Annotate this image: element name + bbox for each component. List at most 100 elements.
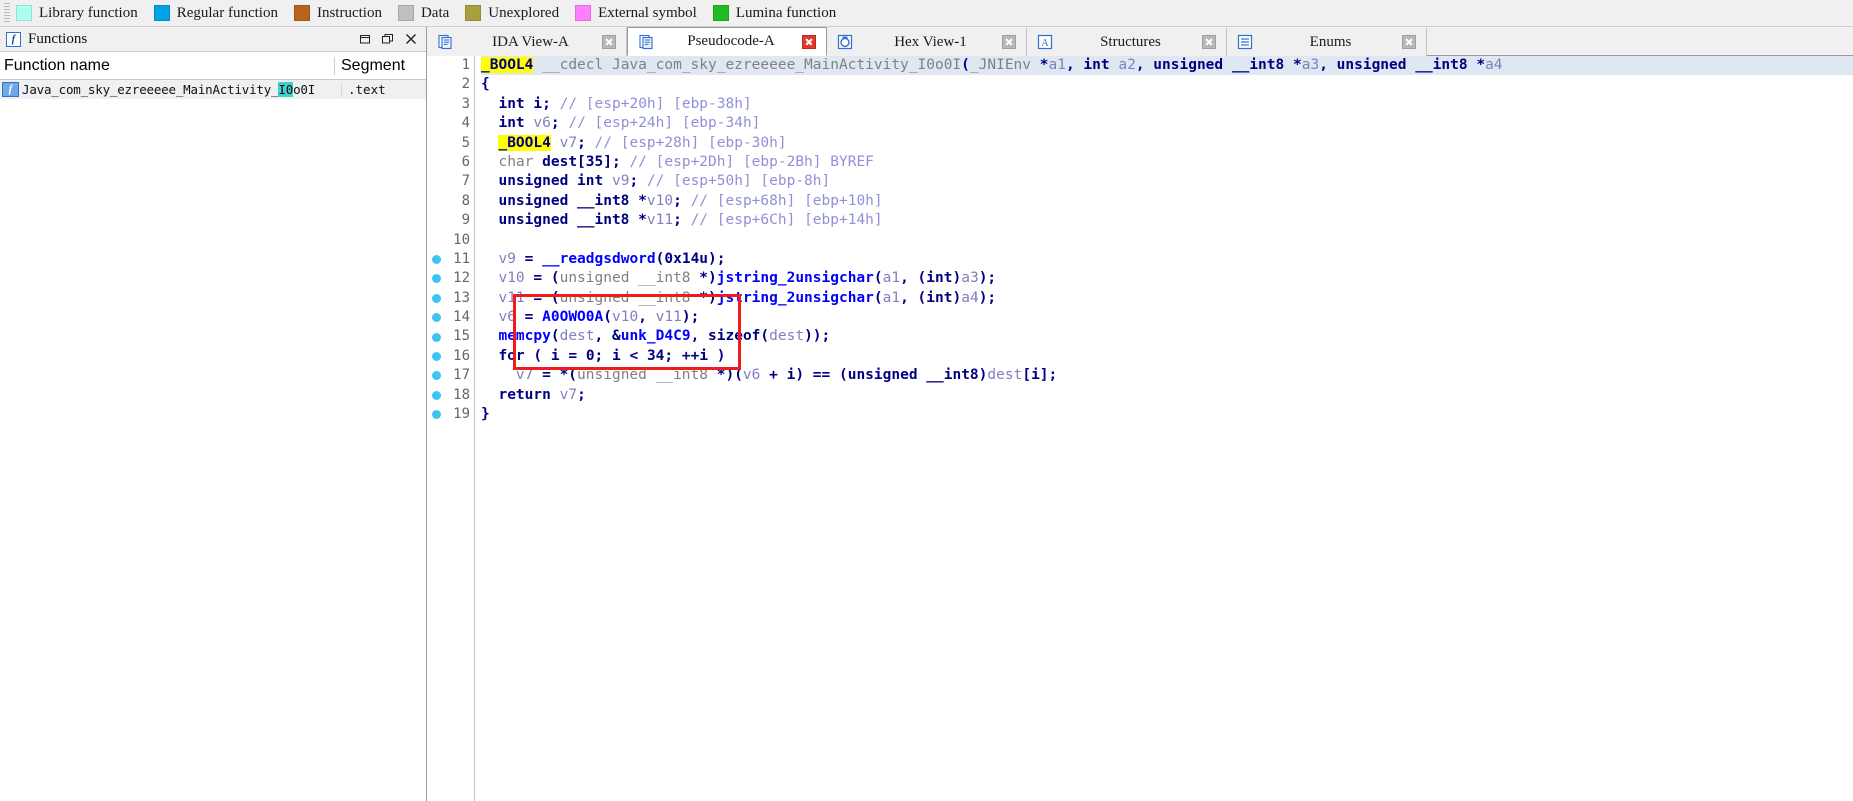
code-token: memcpy [498,328,551,345]
code-line-7[interactable]: unsigned int v9; // [esp+50h] [ebp-8h] [481,172,1853,191]
close-icon[interactable] [1002,35,1016,49]
breakpoint-dot-icon[interactable] [432,313,441,323]
breakpoint-dot-icon[interactable] [432,390,441,400]
tab-enums[interactable]: Enums [1227,28,1427,56]
code-line-13[interactable]: v11 = (unsigned __int8 *)jstring_2unsigc… [481,289,1853,308]
gutter-line-17[interactable]: 17 [427,366,474,385]
gutter-line-5[interactable]: 5 [427,134,474,153]
code-line-14[interactable]: v6 = A0OWO0A(v10, v11); [481,308,1853,327]
code-token: 0 [585,347,595,364]
close-button[interactable] [400,30,422,49]
gutter-line-1[interactable]: 1 [427,56,474,75]
code-line-8[interactable]: unsigned __int8 *v10; // [esp+68h] [ebp+… [481,192,1853,211]
breakpoint-dot-icon[interactable] [432,255,441,265]
code-token: i [550,347,560,364]
code-token: *)( [708,367,743,384]
gutter-line-11[interactable]: 11 [427,250,474,269]
toolbar-drag-handle[interactable] [4,3,10,23]
code-line-17[interactable]: v7 = *(unsigned __int8 *)(v6 + i) == (un… [481,366,1853,385]
tab-ida-view-a[interactable]: IDA View-A [427,28,627,56]
code-line-5[interactable]: _BOOL4 v7; // [esp+28h] [ebp-30h] [481,134,1853,153]
code-line-15[interactable]: memcpy(dest, &unk_D4C9, sizeof(dest)); [481,327,1853,346]
code-line-1[interactable]: _BOOL4 __cdecl Java_com_sky_ezreeeee_Mai… [481,56,1853,76]
maximize-button[interactable] [377,30,399,49]
gutter-line-13[interactable]: 13 [427,289,474,308]
restore-button[interactable] [354,30,376,49]
code-token: // [629,153,656,170]
pseudocode-scroll-region[interactable]: _BOOL4 __cdecl Java_com_sky_ezreeeee_Mai… [475,56,1853,801]
code-line-18[interactable]: return v7; [481,386,1853,405]
functions-list[interactable]: f Java_com_sky_ezreeeee_MainActivity_I0o0… [0,80,426,801]
code-token: , [638,309,656,326]
code-token: [esp+50h] [ebp-8h] [673,173,831,190]
breakpoint-dot-icon[interactable] [432,274,441,284]
gutter-line-14[interactable]: 14 [427,308,474,327]
code-line-3[interactable]: int i; // [esp+20h] [ebp-38h] [481,95,1853,114]
gutter-line-2[interactable]: 2 [427,75,474,94]
gutter-line-19[interactable]: 19 [427,405,474,424]
code-token: , [690,328,709,345]
gutter-line-7[interactable]: 7 [427,172,474,191]
legend-swatch-icon [397,5,414,21]
code-token: v10 [646,192,674,209]
table-row[interactable]: f Java_com_sky_ezreeeee_MainActivity_I0o0… [0,80,426,99]
breakpoint-dot-icon[interactable] [432,371,441,381]
code-line-4[interactable]: int v6; // [esp+24h] [ebp-34h] [481,114,1853,133]
code-line-9[interactable]: unsigned __int8 *v11; // [esp+6Ch] [ebp+… [481,211,1853,230]
gutter-line-6[interactable]: 6 [427,153,474,172]
gutter-line-12[interactable]: 12 [427,269,474,288]
gutter-line-10[interactable]: 10 [427,231,474,250]
gutter-line-9[interactable]: 9 [427,211,474,230]
gutter-line-4[interactable]: 4 [427,114,474,133]
legend-swatch-icon [575,5,592,21]
functions-panel-title: Functions [28,30,88,47]
tab-hex-view-1[interactable]: Hex View-1 [827,28,1027,56]
legend-swatch-icon [465,5,482,21]
gutter-line-8[interactable]: 8 [427,192,474,211]
close-icon[interactable] [602,35,616,49]
line-number: 2 [461,76,470,93]
pseudocode-lines[interactable]: _BOOL4 __cdecl Java_com_sky_ezreeeee_Mai… [475,56,1853,424]
gutter-line-18[interactable]: 18 [427,386,474,405]
code-line-11[interactable]: v9 = __readgsdword(0x14u); [481,250,1853,269]
breakpoint-dot-icon[interactable] [432,352,441,362]
breakpoint-dot-icon[interactable] [432,293,441,303]
code-token: = *( [533,367,578,384]
tab-pseudocode-a[interactable]: Pseudocode-A [627,27,827,56]
code-token: dest [559,328,595,345]
code-token: // [568,115,595,132]
code-line-12[interactable]: v10 = (unsigned __int8 *)jstring_2unsigc… [481,269,1853,288]
code-line-6[interactable]: char dest[35]; // [esp+2Dh] [ebp-2Bh] BY… [481,153,1853,172]
function-name-cell[interactable]: Java_com_sky_ezreeeee_MainActivity_I0o0I [22,82,341,97]
breakpoint-dot-icon[interactable] [432,332,441,342]
segment-cell: .text [341,82,426,97]
code-line-16[interactable]: for ( i = 0; i < 34; ++i ) [481,347,1853,366]
close-icon[interactable] [1202,35,1216,49]
code-token: [esp+68h] [ebp+10h] [716,192,883,209]
code-line-19[interactable]: } [481,405,1853,424]
code-token: [esp+24h] [ebp-34h] [594,115,761,132]
legend-swatch-icon [16,5,32,21]
gutter-line-15[interactable]: 15 [427,327,474,346]
close-icon[interactable] [1402,35,1416,49]
gutter-line-3[interactable]: 3 [427,95,474,114]
column-header-function-name[interactable]: Function name [0,57,334,75]
gutter-line-16[interactable]: 16 [427,347,474,366]
breakpoint-dot-icon[interactable] [432,410,441,420]
tab-structures[interactable]: A Structures [1027,28,1227,56]
pseudocode-view[interactable]: 1 2 3 4 5 6 7 8 9 10 11 12 13 14 15 16 17 18 19 _BOOL4 __c… [427,56,1853,801]
code-line-10[interactable] [481,231,1853,250]
hex-icon [837,34,853,50]
code-token: _BOOL4 [481,57,534,73]
column-header-segment[interactable]: Segment [334,56,426,75]
functions-panel: f Functions Function name Segment f Java… [0,27,427,801]
close-icon[interactable] [802,34,816,49]
code-line-2[interactable]: { [481,75,1853,94]
code-token: return [498,386,551,403]
